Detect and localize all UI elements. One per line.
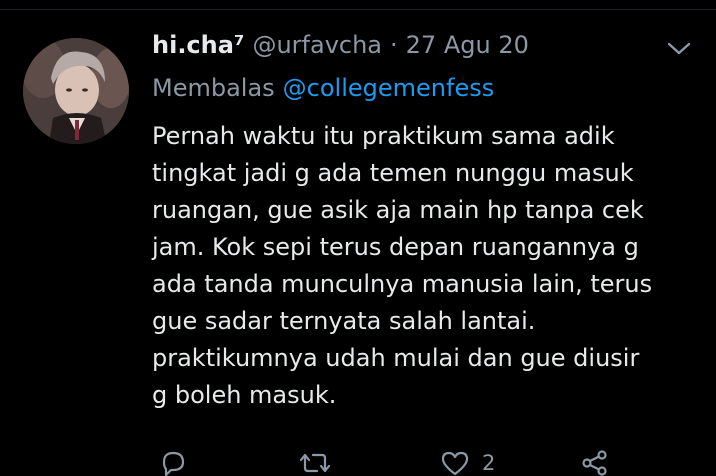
tweet-text-line: ada tanda munculnya manusia lain, terus xyxy=(152,270,653,298)
tweet-date[interactable]: 27 Agu 20 xyxy=(406,31,529,59)
tweet-header: hi.cha⁷ @urfavcha · 27 Agu 20 xyxy=(152,31,529,67)
header-separator: · xyxy=(390,31,398,59)
reply-context: Membalas @collegemenfess xyxy=(152,74,494,102)
retweet-icon xyxy=(299,453,331,473)
tweet-text-line: ruangan, gue asik aja main hp tanpa cek xyxy=(152,196,644,224)
reply-button[interactable] xyxy=(158,450,188,476)
heart-icon xyxy=(441,451,469,476)
reply-prefix: Membalas xyxy=(152,74,275,102)
avatar-image xyxy=(23,38,129,144)
tweet-actions: 2 xyxy=(0,446,716,476)
user-handle[interactable]: @urfavcha xyxy=(252,31,382,59)
like-count: 2 xyxy=(482,451,496,475)
avatar[interactable] xyxy=(23,38,129,144)
tweet-text-line: praktikumnya udah mulai dan gue diusir xyxy=(152,344,640,372)
more-options-button[interactable] xyxy=(664,38,694,60)
tweet-text-line: jam. Kok sepi terus depan ruangannya g xyxy=(152,233,639,261)
reply-icon xyxy=(162,451,185,476)
share-icon xyxy=(582,450,607,476)
chevron-down-icon xyxy=(667,42,691,55)
like-button[interactable]: 2 xyxy=(440,450,495,476)
tweet-text-line: tingkat jadi g ada temen nunggu masuk xyxy=(152,159,634,187)
tweet-text-line: gue sadar ternyata salah lantai. xyxy=(152,307,536,335)
reply-mention-link[interactable]: @collegemenfess xyxy=(283,74,495,102)
retweet-button[interactable] xyxy=(297,450,333,476)
share-button[interactable] xyxy=(580,450,610,476)
top-divider xyxy=(0,0,716,10)
tweet-text-line: g boleh masuk. xyxy=(152,381,337,409)
tweet-text-line: Pernah waktu itu praktikum sama adik xyxy=(152,122,615,150)
tweet-text: Pernah waktu itu praktikum sama adik tin… xyxy=(152,118,702,414)
display-name[interactable]: hi.cha⁷ xyxy=(152,31,244,59)
